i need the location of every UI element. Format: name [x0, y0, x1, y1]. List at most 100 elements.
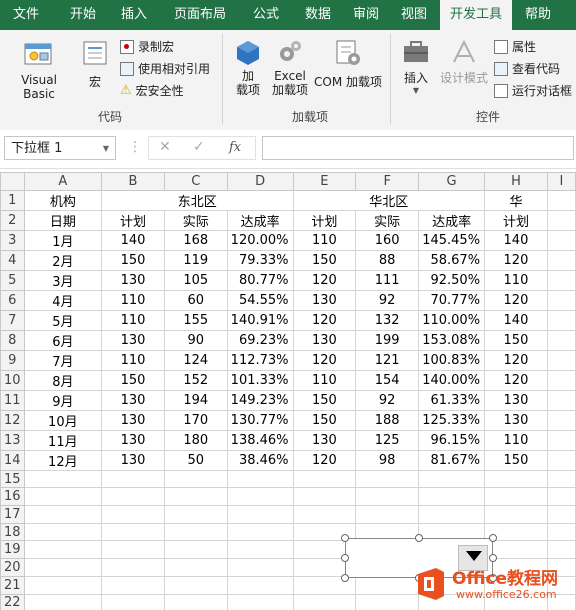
cell[interactable]: 110 — [292, 229, 357, 251]
cell[interactable] — [23, 505, 103, 524]
cell[interactable]: 140.00% — [418, 369, 486, 391]
cancel-icon[interactable]: ✕ — [159, 139, 171, 155]
cell[interactable]: 168 — [163, 229, 228, 251]
cell[interactable]: 日期 — [23, 209, 103, 231]
cell[interactable]: 92 — [355, 389, 420, 411]
column-header[interactable]: I — [546, 172, 576, 191]
row-header[interactable]: 13 — [0, 429, 25, 451]
cell[interactable]: 58.67% — [418, 249, 486, 271]
cell[interactable]: 54.55% — [226, 289, 294, 311]
cell[interactable]: 130 — [101, 429, 165, 451]
cell[interactable]: 120 — [292, 449, 357, 471]
cell[interactable]: 120 — [484, 349, 548, 371]
cell[interactable] — [418, 505, 486, 524]
column-header[interactable]: B — [101, 172, 165, 191]
cell[interactable]: 120 — [292, 349, 357, 371]
chevron-down-icon[interactable]: ▼ — [103, 137, 109, 161]
excel-addins-button[interactable]: Excel 加载项 — [268, 38, 312, 97]
cell[interactable] — [546, 229, 576, 251]
cell[interactable] — [355, 469, 420, 489]
cell[interactable] — [546, 449, 576, 471]
cell[interactable] — [546, 329, 576, 351]
cell[interactable] — [226, 593, 294, 610]
cell[interactable]: 6月 — [23, 329, 103, 351]
row-header[interactable]: 19 — [0, 540, 25, 560]
cell[interactable] — [355, 505, 420, 524]
relative-reference-button[interactable]: 使用相对引用 — [120, 60, 210, 77]
cell[interactable]: 92 — [355, 289, 420, 311]
tab-home[interactable]: 开始 — [58, 0, 108, 30]
record-macro-button[interactable]: 录制宏 — [120, 38, 174, 55]
cell[interactable] — [101, 505, 165, 524]
cell[interactable] — [163, 487, 228, 507]
row-header[interactable]: 3 — [0, 229, 25, 251]
cell[interactable]: 8月 — [23, 369, 103, 391]
cell[interactable]: 计划 — [484, 209, 548, 231]
column-header[interactable]: H — [484, 172, 548, 191]
cell[interactable]: 120 — [292, 309, 357, 331]
cell[interactable]: 69.23% — [226, 329, 294, 351]
cell[interactable]: 96.15% — [418, 429, 486, 451]
cell[interactable]: 60 — [163, 289, 228, 311]
cell[interactable]: 120 — [292, 269, 357, 291]
cell[interactable] — [546, 540, 576, 560]
cell[interactable]: 150 — [292, 389, 357, 411]
cell[interactable]: 9月 — [23, 389, 103, 411]
cell[interactable]: 81.67% — [418, 449, 486, 471]
column-header[interactable]: A — [23, 172, 103, 191]
cell[interactable]: 110 — [292, 369, 357, 391]
cell[interactable]: 110 — [101, 289, 165, 311]
cell[interactable] — [226, 487, 294, 507]
cell[interactable] — [546, 389, 576, 411]
cell[interactable]: 110 — [484, 269, 548, 291]
resize-handle[interactable] — [489, 534, 497, 542]
row-header[interactable]: 15 — [0, 469, 25, 489]
column-header[interactable]: E — [292, 172, 357, 191]
resize-handle[interactable] — [341, 574, 349, 582]
column-header[interactable]: F — [355, 172, 420, 191]
tab-developer[interactable]: 开发工具 — [440, 0, 512, 30]
properties-button[interactable]: 属性 — [494, 38, 536, 55]
cell[interactable] — [546, 522, 576, 542]
cell[interactable]: 92.50% — [418, 269, 486, 291]
cell[interactable] — [418, 469, 486, 489]
cell[interactable] — [101, 575, 165, 595]
cell[interactable] — [226, 505, 294, 524]
cell[interactable] — [23, 558, 103, 577]
cell[interactable] — [163, 522, 228, 542]
cell[interactable]: 124 — [163, 349, 228, 371]
cell[interactable] — [226, 469, 294, 489]
row-header[interactable]: 8 — [0, 329, 25, 351]
insert-function-icon[interactable]: fx — [229, 140, 241, 155]
cell[interactable]: 130 — [101, 389, 165, 411]
row-header[interactable]: 21 — [0, 575, 25, 595]
row-header[interactable]: 4 — [0, 249, 25, 271]
cell[interactable]: 160 — [355, 229, 420, 251]
tab-page-layout[interactable]: 页面布局 — [160, 0, 240, 30]
cell[interactable]: 140 — [101, 229, 165, 251]
cell[interactable] — [23, 540, 103, 560]
cell[interactable]: 149.23% — [226, 389, 294, 411]
column-header[interactable]: G — [418, 172, 486, 191]
cell[interactable]: 130 — [292, 329, 357, 351]
insert-control-button[interactable]: 插入 ▼ — [396, 38, 436, 95]
resize-handle[interactable] — [341, 554, 349, 562]
cell[interactable]: 199 — [355, 329, 420, 351]
cell[interactable]: 152 — [163, 369, 228, 391]
cell[interactable] — [484, 505, 548, 524]
macros-button[interactable]: 宏 — [78, 38, 112, 90]
cell[interactable] — [101, 522, 165, 542]
cell[interactable]: 79.33% — [226, 249, 294, 271]
cell[interactable]: 38.46% — [226, 449, 294, 471]
cell[interactable]: 170 — [163, 409, 228, 431]
row-header[interactable]: 20 — [0, 558, 25, 577]
row-header[interactable]: 22 — [0, 593, 25, 610]
cell[interactable]: 100.83% — [418, 349, 486, 371]
cell[interactable]: 80.77% — [226, 269, 294, 291]
row-header[interactable]: 16 — [0, 487, 25, 507]
cell[interactable] — [546, 309, 576, 331]
tab-insert[interactable]: 插入 — [112, 0, 156, 30]
cell[interactable] — [226, 540, 294, 560]
cell[interactable]: 达成率 — [418, 209, 486, 231]
cell[interactable]: 130 — [101, 449, 165, 471]
